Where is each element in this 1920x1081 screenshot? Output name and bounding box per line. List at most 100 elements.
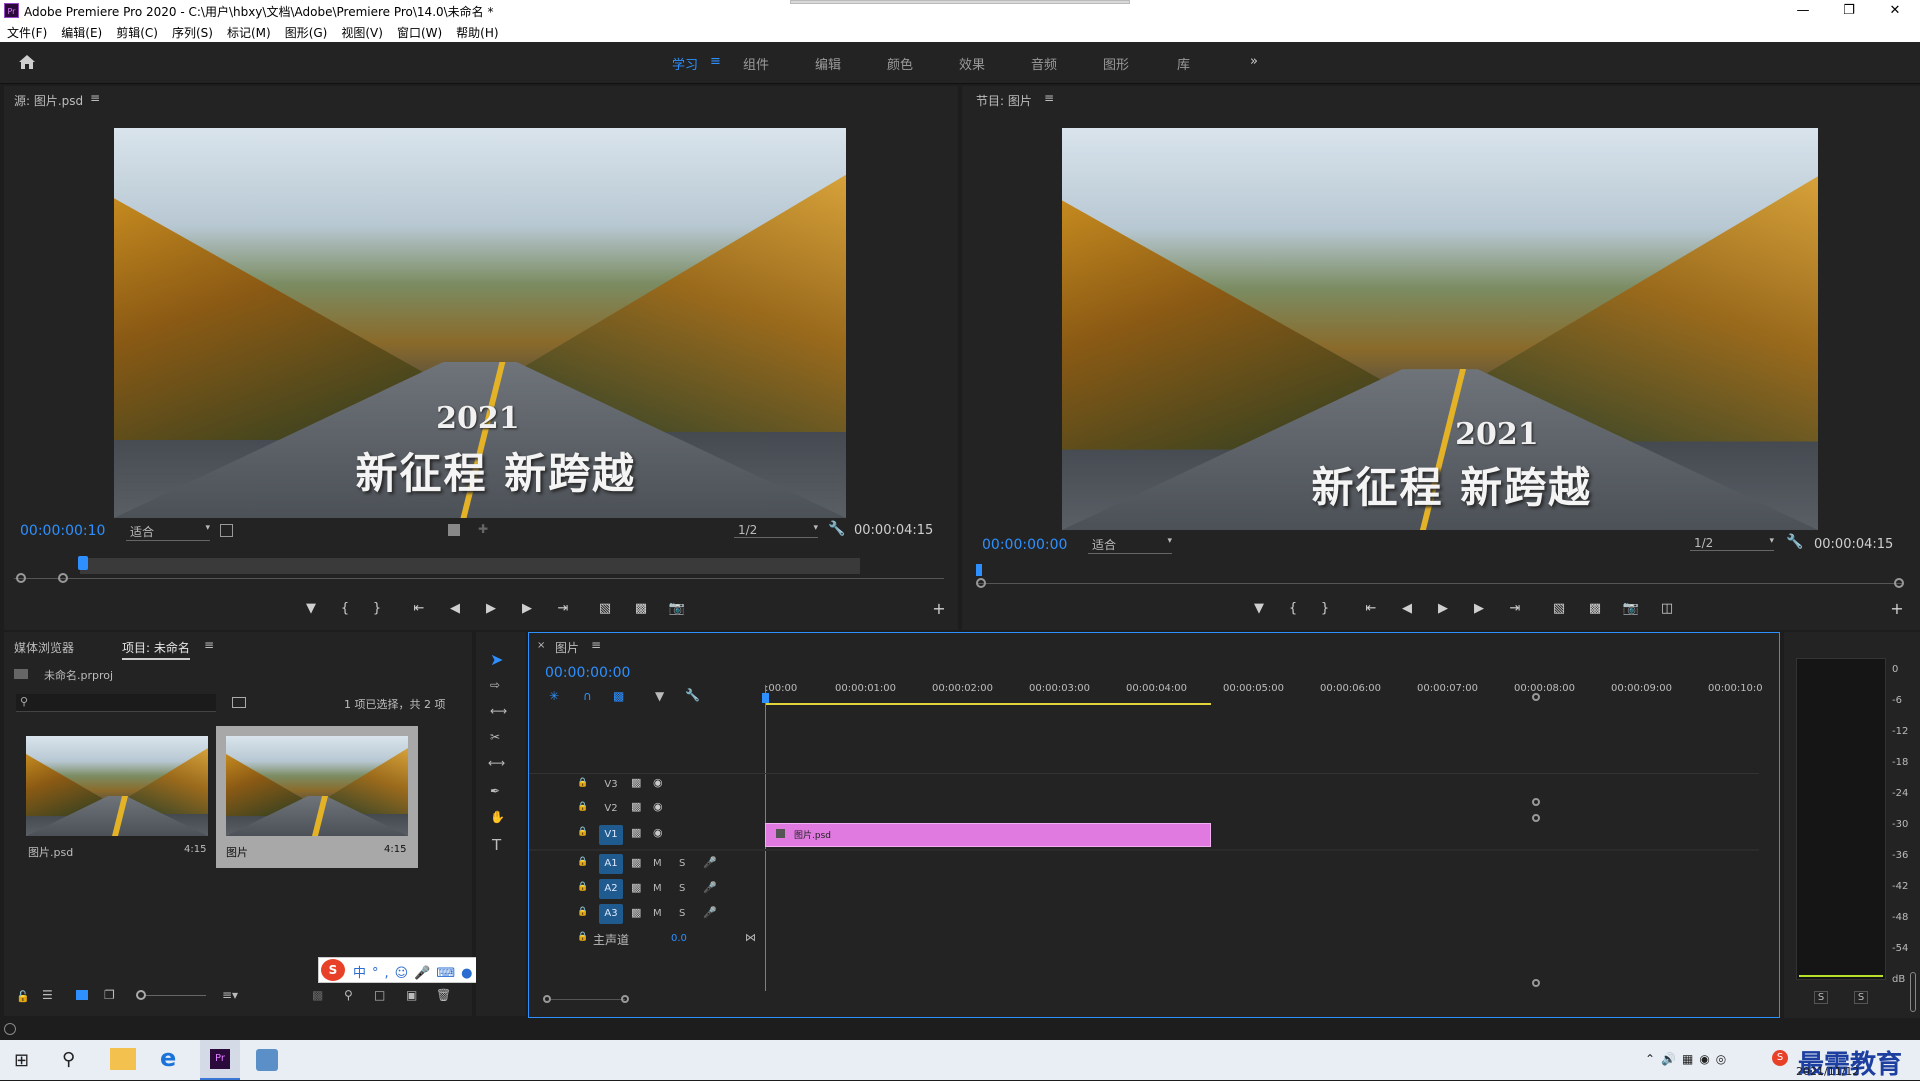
zoom-handle-left[interactable] [976,578,986,588]
toggle-sync-icon[interactable]: ▩ [631,826,641,839]
solo-button[interactable]: S [679,908,685,919]
wrench-icon[interactable]: 🔧 [828,521,845,537]
premiere-taskbar-button[interactable]: Pr [200,1040,240,1080]
file-explorer-icon[interactable] [110,1048,136,1070]
mic-icon[interactable]: 🎤 [703,856,717,869]
mute-button[interactable]: M [653,908,662,919]
solo-button[interactable]: S [679,883,685,894]
minimize-button[interactable]: — [1780,0,1826,22]
program-resolution-dropdown[interactable]: 1/2 ▾ [1690,536,1774,551]
program-fit-dropdown[interactable]: 适合 ▾ [1088,536,1172,554]
menu-file[interactable]: 文件(F) [0,22,54,41]
export-frame-icon[interactable]: 📷 [666,601,688,616]
track-label[interactable]: V3 [599,779,623,790]
ripple-edit-tool-icon[interactable]: ⟷ [490,704,507,718]
zoom-handle-right[interactable] [58,573,68,583]
safe-margin-icon[interactable] [220,524,233,537]
program-timecode[interactable]: 00:00:00:00 [982,537,1067,553]
hand-tool-icon[interactable]: ✋ [490,810,505,824]
close-tab-icon[interactable]: × [537,640,545,651]
export-frame-icon[interactable]: 📷 [1620,601,1642,616]
zoom-handle-left[interactable] [543,995,551,1003]
add-marker-icon[interactable]: ▼ [655,689,664,703]
wrench-icon[interactable]: 🔧 [685,688,700,702]
go-to-out-icon[interactable]: ⇥ [1504,601,1526,616]
sogou-tray-icon[interactable]: S [1772,1050,1788,1066]
automate-to-sequence-icon[interactable]: ▩ [312,988,323,1002]
source-zoom-bar[interactable] [80,558,860,574]
lock-icon[interactable]: 🔒 [577,802,588,812]
pen-tool-icon[interactable]: ✒ [490,784,500,798]
tab-media-browser[interactable]: 媒体浏览器 [14,639,74,656]
timeline-clip[interactable]: 图片.psd [765,823,1211,847]
time-ruler[interactable]: :00:00 00:00:01:00 00:00:02:00 00:00:03:… [765,683,1765,701]
overwrite-clip-icon[interactable]: ▩ [630,601,652,616]
go-to-in-icon[interactable]: ⇤ [408,601,430,616]
more-workspaces-icon[interactable]: » [1250,54,1258,69]
selection-tool-icon[interactable]: ➤ [490,650,503,669]
new-item-icon[interactable]: ▣ [406,988,417,1002]
track-label[interactable]: A1 [599,854,623,874]
lift-icon[interactable]: ▧ [1548,601,1570,616]
step-forward-icon[interactable]: ▶ [516,601,538,616]
app-icon[interactable] [256,1049,278,1071]
mark-in-icon[interactable]: { [1282,601,1304,616]
zoom-handle-left[interactable] [16,573,26,583]
track-label[interactable]: V2 [599,803,623,814]
timeline-tab-title[interactable]: 图片 [555,639,579,656]
go-to-in-icon[interactable]: ⇤ [1360,601,1382,616]
step-forward-icon[interactable]: ▶ [1468,601,1490,616]
meter-scrollbar[interactable] [1910,972,1916,1012]
play-icon[interactable]: ▶ [480,601,502,616]
solo-right-button[interactable]: S [1854,991,1868,1004]
mute-button[interactable]: M [653,858,662,869]
go-to-out-icon[interactable]: ⇥ [552,601,574,616]
workspace-menu-icon[interactable]: ≡ [710,54,721,69]
solo-left-button[interactable]: S [1814,991,1828,1004]
project-item-selected[interactable]: 图片 4:15 [216,726,418,868]
lock-icon[interactable]: 🔒 [577,932,588,942]
add-marker-icon[interactable]: ▼ [1248,601,1270,616]
maximize-button[interactable]: ❐ [1826,0,1872,22]
type-tool-icon[interactable]: T [492,836,501,854]
comparison-view-icon[interactable]: ◫ [1656,601,1678,616]
workspace-tab-assembly[interactable]: 组件 [743,54,769,73]
add-button-icon[interactable]: + [1886,599,1908,618]
panel-menu-icon[interactable]: ≡ [90,91,100,105]
panel-menu-icon[interactable]: ≡ [204,638,214,652]
track-select-tool-icon[interactable]: ⇨ [490,678,500,692]
eye-icon[interactable]: ◉ [653,800,663,813]
icon-view-icon[interactable] [76,990,88,1000]
zoom-slider-handle[interactable] [136,990,146,1000]
scroll-handle-bottom[interactable] [1532,979,1540,987]
scroll-handle-audio[interactable] [1532,814,1540,822]
lock-icon[interactable]: 🔓 [16,990,30,1003]
zoom-handle-right[interactable] [621,995,629,1003]
menu-window[interactable]: 窗口(W) [390,22,449,41]
toggle-sync-icon[interactable]: ▩ [631,800,641,813]
system-tray-icons[interactable]: ⌃🔊▦◉◎ [1645,1052,1732,1066]
timeline-timecode[interactable]: 00:00:00:00 [545,665,630,681]
linked-selection-icon[interactable]: ▩ [613,689,624,703]
slip-tool-icon[interactable]: ⟷ [488,756,505,770]
freeform-view-icon[interactable]: ❐ [104,988,115,1002]
trash-icon[interactable]: 🗑 [436,988,451,1002]
workspace-tab-graphics[interactable]: 图形 [1103,54,1129,73]
master-volume-value[interactable]: 0.0 [671,933,687,944]
search-icon[interactable]: ⚲ [62,1049,75,1070]
eye-icon[interactable]: ◉ [653,826,663,839]
mic-icon[interactable]: 🎤 [703,881,717,894]
home-icon[interactable] [18,54,36,70]
list-view-icon[interactable]: ☰ [42,988,53,1002]
solo-button[interactable]: S [679,858,685,869]
work-area-bar[interactable] [765,703,1211,705]
menu-edit[interactable]: 编辑(E) [54,22,109,41]
zoom-handle-right[interactable] [1894,578,1904,588]
sort-icons-icon[interactable]: ≡▾ [222,988,238,1002]
tab-project[interactable]: 项目: 未命名 [122,639,190,660]
lock-icon[interactable]: 🔒 [577,827,588,837]
source-timecode[interactable]: 00:00:00:10 [20,523,105,539]
mark-out-icon[interactable]: } [366,601,388,616]
project-item[interactable]: 图片.psd 4:15 [14,728,212,866]
track-label[interactable]: A2 [599,879,623,899]
